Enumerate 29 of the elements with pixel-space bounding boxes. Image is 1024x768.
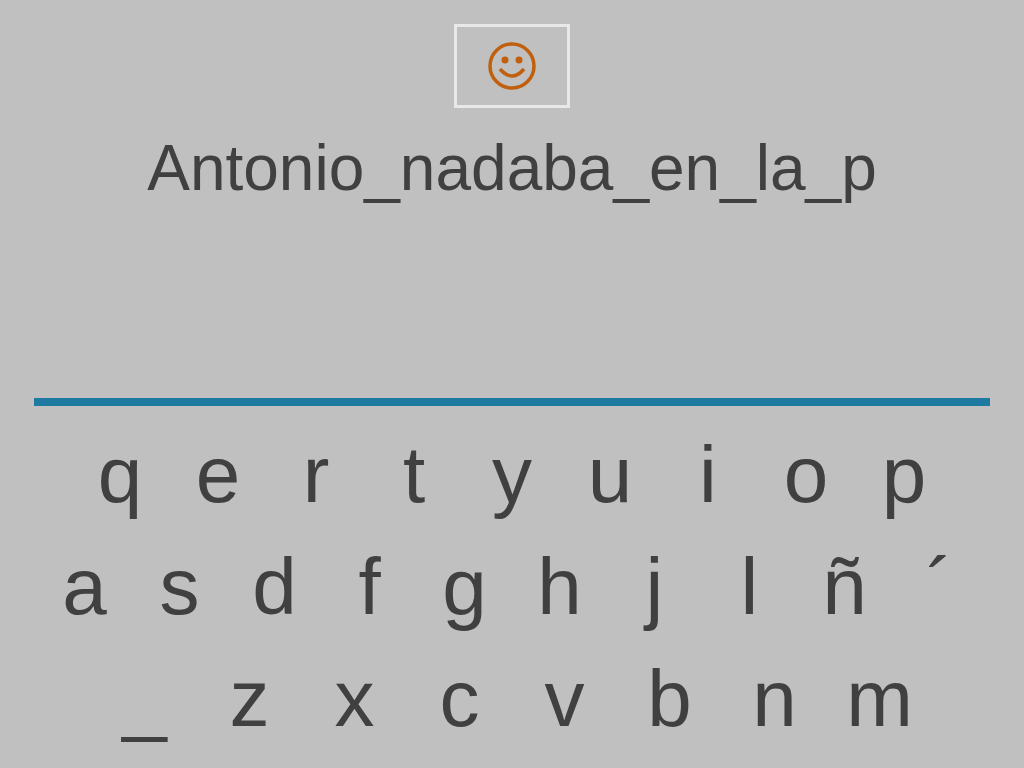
letter-key[interactable]: s — [132, 540, 227, 634]
letter-key[interactable]: n — [722, 652, 827, 746]
letter-key[interactable]: c — [407, 652, 512, 746]
letter-key[interactable]: r — [267, 428, 365, 522]
letter-key[interactable]: p — [855, 428, 953, 522]
letter-key[interactable]: g — [417, 540, 512, 634]
letter-key[interactable]: o — [757, 428, 855, 522]
letter-key[interactable]: ñ — [797, 540, 892, 634]
letter-key[interactable]: a — [37, 540, 132, 634]
letter-key[interactable]: e — [169, 428, 267, 522]
letter-key[interactable]: j — [607, 540, 702, 634]
phrase-text: Antonio_nadaba_en_la_p — [147, 131, 877, 206]
letter-key[interactable]: z — [197, 652, 302, 746]
letter-key[interactable]: t — [365, 428, 463, 522]
letter-key[interactable]: d — [227, 540, 322, 634]
letter-key[interactable]: x — [302, 652, 407, 746]
letter-key[interactable]: l — [702, 540, 797, 634]
letter-key[interactable]: f — [322, 540, 417, 634]
letter-key[interactable]: b — [617, 652, 722, 746]
letter-key[interactable]: _ — [92, 652, 197, 746]
letter-key[interactable]: u — [561, 428, 659, 522]
letter-key[interactable]: y — [463, 428, 561, 522]
letter-key[interactable]: h — [512, 540, 607, 634]
letter-key[interactable]: q — [71, 428, 169, 522]
letter-key[interactable]: m — [827, 652, 932, 746]
letter-key[interactable]: ´ — [892, 540, 987, 634]
letter-key[interactable]: i — [659, 428, 757, 522]
smiley-icon — [487, 41, 537, 91]
letter-key[interactable]: v — [512, 652, 617, 746]
